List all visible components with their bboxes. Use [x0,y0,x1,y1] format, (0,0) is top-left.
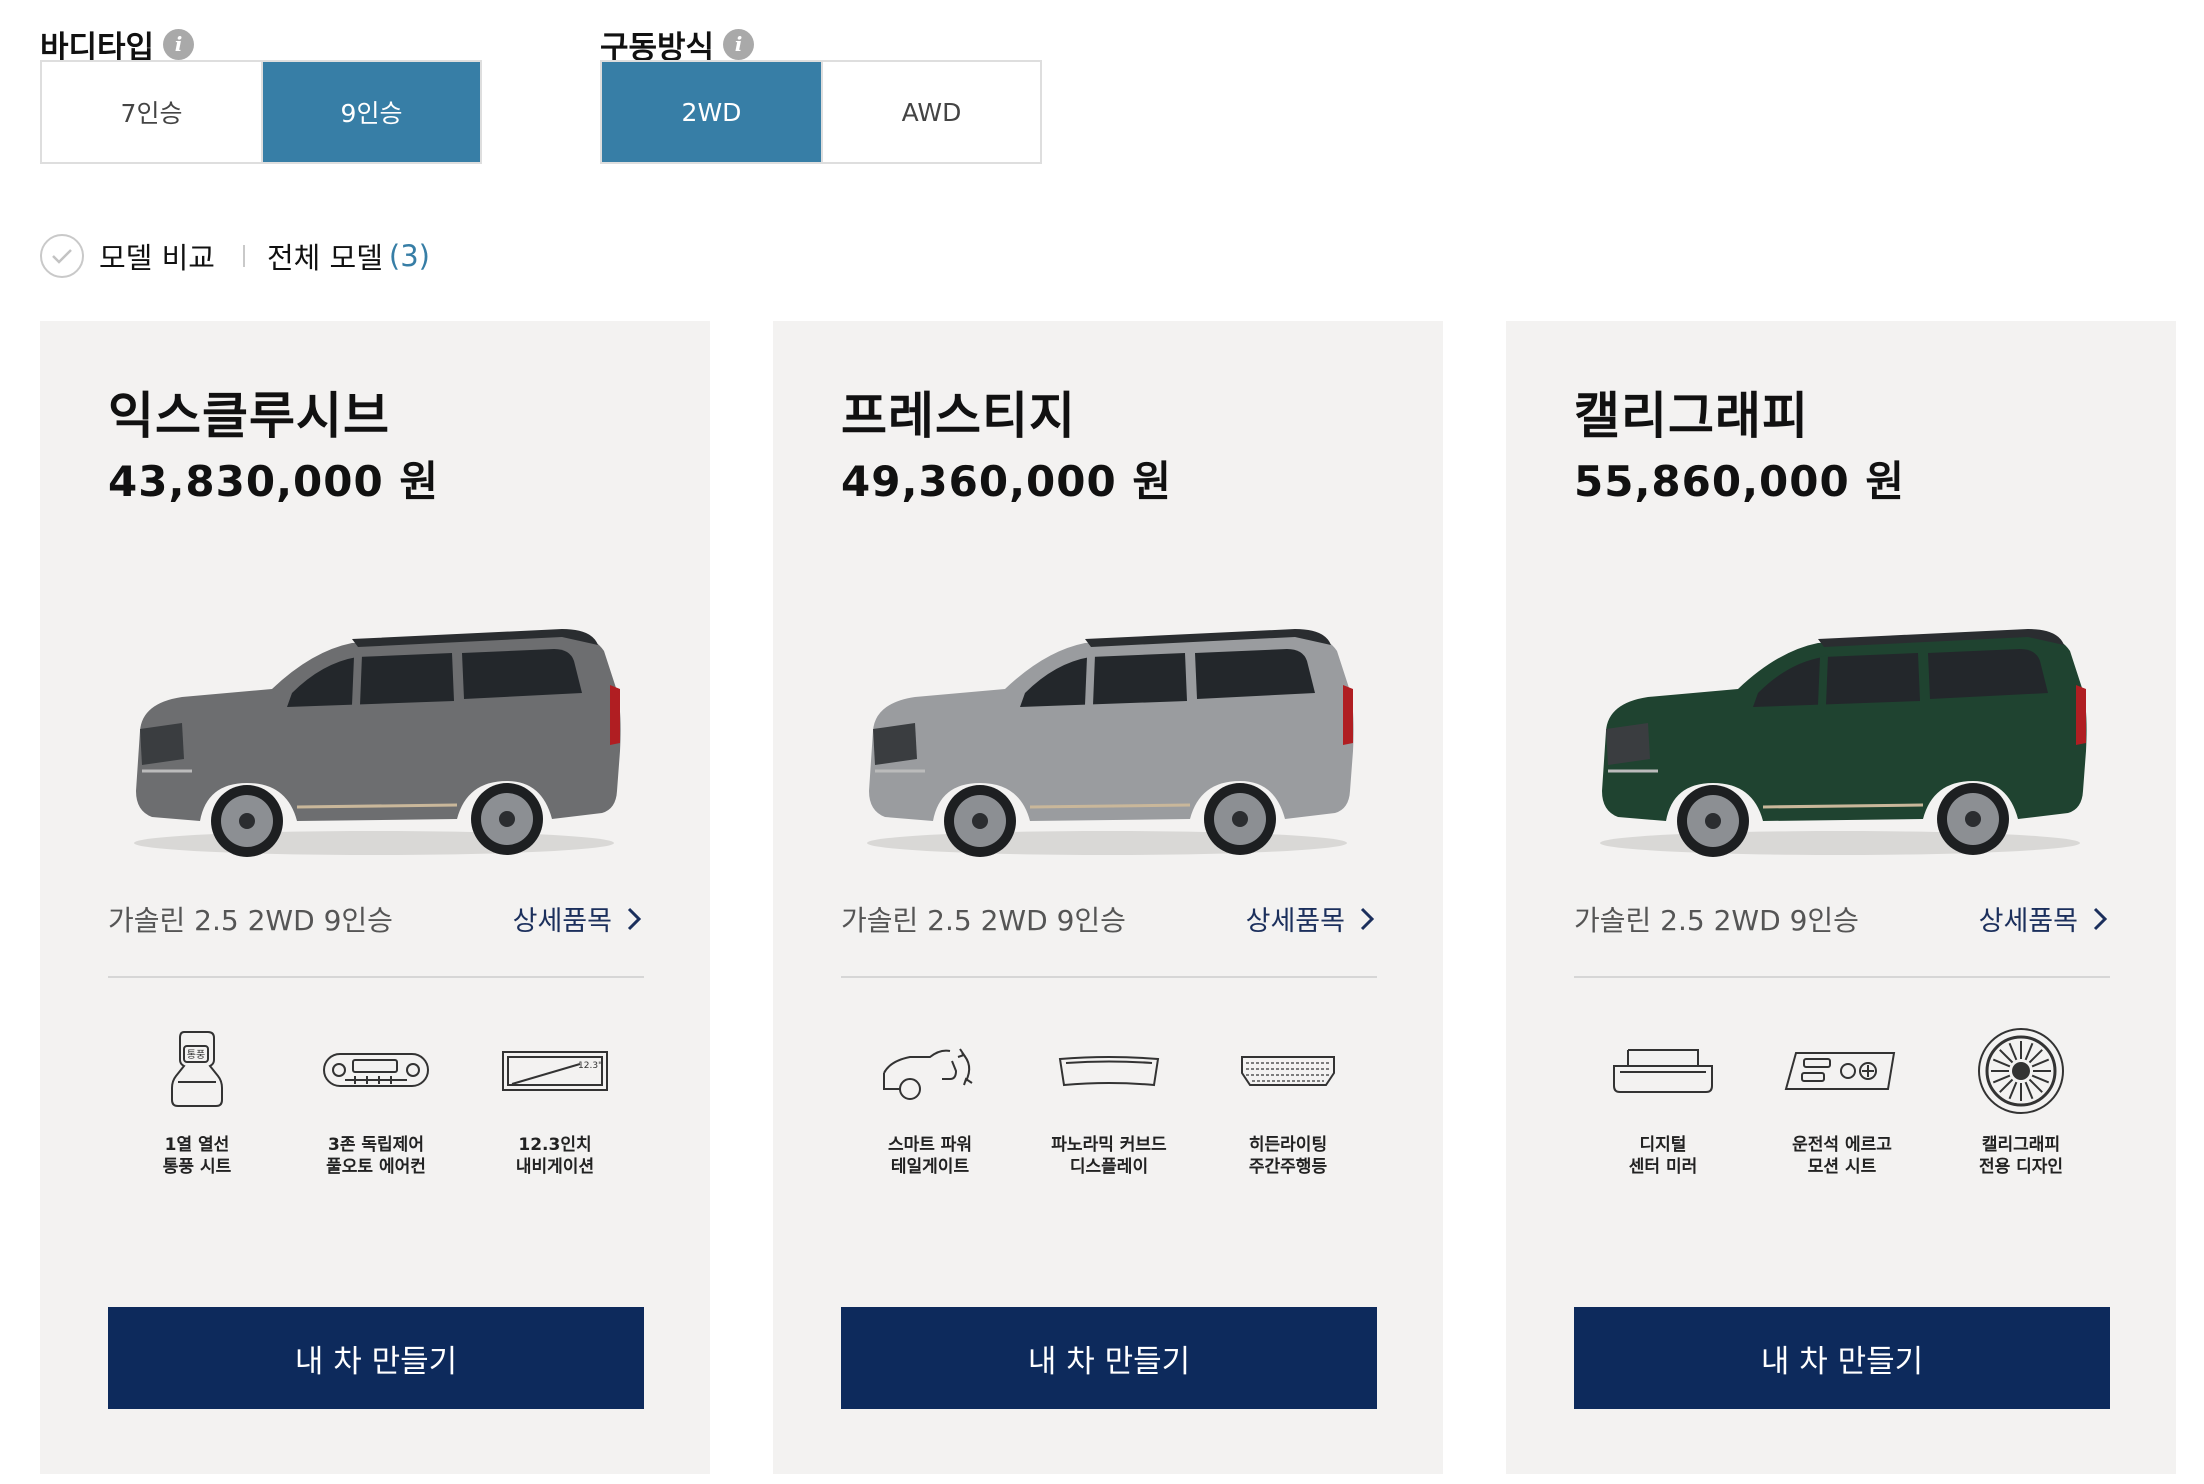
all-models-count: (3) [388,239,430,273]
feature-label-line2: 전용 디자인 [1978,1157,2064,1177]
feature-item: 디지털 센터 미러 [1574,1021,1752,1178]
divider [108,976,644,978]
feature-item: 히든라이팅 주간주행등 [1199,1021,1377,1178]
option-9-seater[interactable]: 9인승 [261,62,480,162]
compare-label[interactable]: 모델 비교 [99,235,215,277]
trim-price: 55,860,000 원 [1574,457,1905,506]
trim-card: 프레스티지 49,360,000 원 가솔린 2.5 2WD 9인승 상세품목 [773,321,1443,1474]
hidden-lighting-icon [1238,1021,1338,1121]
trim-price: 49,360,000 원 [841,457,1172,506]
feature-label-line2: 모션 시트 [1807,1157,1877,1177]
feature-label: 12.3인치 내비게이션 [470,1134,640,1178]
trim-name: 익스클루시브 [108,387,390,445]
feature-label-line1: 12.3인치 [518,1135,592,1155]
trim-price: 43,830,000 원 [108,457,439,506]
trim-name: 캘리그래피 [1574,387,1809,445]
info-icon[interactable]: i [163,28,195,60]
trim-name: 프레스티지 [841,387,1076,445]
detail-link-label: 상세품목 [1978,906,2078,937]
chevron-right-icon [627,907,642,930]
feature-label: 1열 열선 통풍 시트 [112,1134,282,1178]
option-awd[interactable]: AWD [821,62,1040,162]
feature-item: 캘리그래피 전용 디자인 [1932,1021,2110,1178]
spec-text: 가솔린 2.5 2WD 9인승 [1574,904,1859,937]
feature-label: 캘리그래피 전용 디자인 [1936,1134,2106,1178]
detail-link-label: 상세품목 [1245,906,1345,937]
info-icon[interactable]: i [723,28,755,60]
feature-label: 히든라이팅 주간주행등 [1203,1134,1373,1178]
curved-display-icon [1054,1021,1164,1121]
feature-label: 디지털 센터 미러 [1578,1134,1748,1178]
body-type-segment: 7인승 9인승 [40,60,482,164]
drive-type-segment: 2WD AWD [600,60,1042,164]
detail-link[interactable]: 상세품목 [1246,899,1375,938]
detail-link[interactable]: 상세품목 [513,899,642,938]
feature-item: 파노라믹 커브드 디스플레이 [1020,1021,1198,1178]
heated-ventilated-seat-icon: 통풍 [162,1021,232,1121]
feature-item: 3존 독립제어 풀오토 에어컨 [287,1021,465,1178]
check-icon [52,249,72,264]
trim-card: 익스클루시브 43,830,000 원 가솔린 2.5 2WD 9인승 상세품목 [40,321,710,1474]
power-tailgate-icon [880,1021,980,1121]
feature-label: 3존 독립제어 풀오토 에어컨 [291,1134,461,1178]
feature-label-line1: 파노라믹 커브드 [1051,1135,1167,1155]
seat-control-panel-icon [1782,1021,1902,1121]
feature-label-line2: 내비게이션 [515,1157,595,1177]
detail-link-label: 상세품목 [512,906,612,937]
feature-label-line1: 히든라이팅 [1248,1135,1328,1155]
divider [841,976,1377,978]
spec-text: 가솔린 2.5 2WD 9인승 [841,904,1126,937]
car-image [1588,611,2093,861]
trim-card: 캘리그래피 55,860,000 원 가솔린 2.5 2WD 9인승 상세품목 [1506,321,2176,1474]
feature-item: 운전석 에르고 모션 시트 [1753,1021,1931,1178]
compare-row: 모델 비교 전체 모델 (3) [40,230,430,282]
feature-item: 12.3" 12.3인치 내비게이션 [466,1021,644,1178]
wheel-design-icon [1976,1021,2066,1121]
feature-label: 스마트 파워 테일게이트 [845,1134,1015,1178]
build-my-car-button[interactable]: 내 차 만들기 [841,1307,1377,1409]
climate-control-icon [321,1021,431,1121]
feature-item: 스마트 파워 테일게이트 [841,1021,1019,1178]
car-image [855,611,1360,861]
feature-label-line2: 센터 미러 [1628,1157,1698,1177]
build-my-car-button[interactable]: 내 차 만들기 [1574,1307,2110,1409]
feature-label-line2: 테일게이트 [890,1157,970,1177]
feature-label-line1: 3존 독립제어 [328,1135,424,1155]
option-2wd[interactable]: 2WD [602,62,821,162]
feature-label-line1: 1열 열선 [164,1135,230,1155]
divider [242,245,245,267]
digital-mirror-icon [1608,1021,1718,1121]
chevron-right-icon [1360,907,1375,930]
feature-item: 통풍 1열 열선 통풍 시트 [108,1021,286,1178]
feature-label: 파노라믹 커브드 디스플레이 [1024,1134,1194,1178]
feature-list: 통풍 1열 열선 통풍 시트 3존 독립제어 풀오토 에어컨 12.3" 12.… [108,1021,644,1178]
svg-text:12.3": 12.3" [578,1061,602,1071]
option-7-seater[interactable]: 7인승 [42,62,261,162]
feature-list: 디지털 센터 미러 운전석 에르고 모션 시트 캘리그래피 전용 디자인 [1574,1021,2110,1178]
feature-label-line1: 디지털 [1639,1135,1687,1155]
feature-label-line2: 디스플레이 [1069,1157,1149,1177]
feature-label-line2: 통풍 시트 [162,1157,232,1177]
compare-checkbox[interactable] [40,234,84,278]
feature-label-line1: 운전석 에르고 [1792,1135,1892,1155]
svg-text:통풍: 통풍 [187,1049,205,1061]
build-my-car-button[interactable]: 내 차 만들기 [108,1307,644,1409]
feature-list: 스마트 파워 테일게이트 파노라믹 커브드 디스플레이 히든라이팅 주간주행등 [841,1021,1377,1178]
detail-link[interactable]: 상세품목 [1979,899,2108,938]
chevron-right-icon [2093,907,2108,930]
car-image [122,611,627,861]
divider [1574,976,2110,978]
spec-text: 가솔린 2.5 2WD 9인승 [108,904,393,937]
feature-label-line1: 스마트 파워 [887,1135,973,1155]
feature-label-line1: 캘리그래피 [1981,1135,2061,1155]
navigation-display-icon: 12.3" [500,1021,610,1121]
feature-label: 운전석 에르고 모션 시트 [1757,1134,1927,1178]
feature-label-line2: 풀오토 에어컨 [326,1157,426,1177]
feature-label-line2: 주간주행등 [1248,1157,1328,1177]
all-models-label: 전체 모델 [266,241,383,275]
